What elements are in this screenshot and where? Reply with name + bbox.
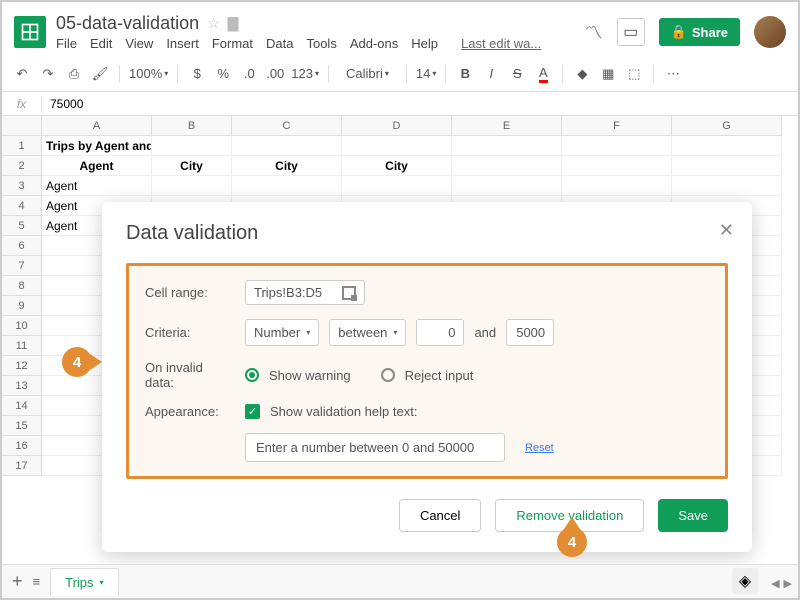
font-size-dropdown[interactable]: 14 ▾ (416, 66, 436, 81)
show-warning-radio[interactable] (245, 368, 259, 382)
chart-icon[interactable]: 〽 (585, 19, 603, 45)
explore-button[interactable]: ◈ (732, 568, 758, 594)
star-icon[interactable]: ☆ (207, 15, 220, 32)
close-icon[interactable]: ✕ (719, 220, 734, 241)
help-text-label[interactable]: Show validation help text: (270, 404, 417, 419)
data-validation-dialog: Data validation ✕ Cell range: Trips!B3:D… (102, 202, 752, 552)
help-text-checkbox[interactable]: ✓ (245, 404, 260, 419)
sheets-logo-icon (14, 16, 46, 48)
formula-input[interactable]: 75000 (42, 97, 83, 111)
undo-icon[interactable]: ↶ (12, 64, 32, 84)
all-sheets-button[interactable]: ≡ (33, 574, 41, 589)
criteria-type-dropdown[interactable]: Number▾ (245, 319, 319, 346)
title-bar: 05-data-validation ☆ ▇ File Edit View In… (2, 2, 798, 56)
cell-range-input[interactable]: Trips!B3:D5 (245, 280, 365, 305)
number-format-dropdown[interactable]: 123 ▾ (291, 66, 319, 81)
col-header[interactable]: E (452, 116, 562, 136)
avatar[interactable] (754, 16, 786, 48)
show-warning-label[interactable]: Show warning (269, 368, 351, 383)
menu-format[interactable]: Format (212, 36, 253, 51)
zoom-dropdown[interactable]: 100% ▾ (129, 66, 168, 81)
format-currency[interactable]: $ (187, 64, 207, 84)
strike-button[interactable]: S (507, 64, 527, 84)
select-range-icon[interactable] (342, 286, 356, 300)
dialog-title: Data validation (126, 222, 728, 245)
sheet-tab[interactable]: Trips▾ (50, 568, 118, 596)
criteria-high-input[interactable]: 5000 (506, 319, 554, 346)
increase-decimal[interactable]: .00 (265, 64, 285, 84)
decrease-decimal[interactable]: .0 (239, 64, 259, 84)
comments-button[interactable]: ▭ (617, 18, 645, 46)
menu-file[interactable]: File (56, 36, 77, 51)
lock-icon: 🔒 (671, 24, 687, 40)
menu-bar: File Edit View Insert Format Data Tools … (56, 36, 585, 51)
bold-button[interactable]: B (455, 64, 475, 84)
cancel-button[interactable]: Cancel (399, 499, 481, 532)
criteria-low-input[interactable]: 0 (416, 319, 464, 346)
callout-badge: 4 (62, 347, 92, 377)
appearance-label: Appearance: (145, 404, 235, 419)
col-header[interactable]: G (672, 116, 782, 136)
merge-button[interactable]: ⬚ (624, 64, 644, 84)
share-button[interactable]: 🔒Share (659, 18, 740, 46)
last-edit-link[interactable]: Last edit wa... (461, 36, 541, 51)
more-toolbar-icon[interactable]: ⋯ (663, 64, 683, 84)
format-percent[interactable]: % (213, 64, 233, 84)
add-sheet-button[interactable]: + (12, 571, 23, 592)
menu-addons[interactable]: Add-ons (350, 36, 398, 51)
col-header[interactable]: C (232, 116, 342, 136)
criteria-label: Criteria: (145, 325, 235, 340)
sheet-bar: + ≡ Trips▾ (2, 564, 798, 598)
paint-format-icon[interactable]: 🖌 (90, 64, 110, 84)
menu-tools[interactable]: Tools (306, 36, 336, 51)
menu-view[interactable]: View (125, 36, 153, 51)
formula-bar: fx 75000 (2, 92, 798, 116)
and-label: and (474, 325, 496, 340)
cell-range-label: Cell range: (145, 285, 235, 300)
text-color-button[interactable]: A (533, 64, 553, 84)
borders-button[interactable]: ▦ (598, 64, 618, 84)
font-dropdown[interactable]: Calibri ▾ (338, 66, 397, 81)
redo-icon[interactable]: ↷ (38, 64, 58, 84)
invalid-data-label: On invalid data: (145, 360, 235, 390)
col-header[interactable]: A (42, 116, 152, 136)
help-text-input[interactable]: Enter a number between 0 and 50000 (245, 433, 505, 462)
menu-data[interactable]: Data (266, 36, 293, 51)
menu-edit[interactable]: Edit (90, 36, 112, 51)
scroll-arrows[interactable]: ◀▶ (771, 577, 792, 590)
italic-button[interactable]: I (481, 64, 501, 84)
folder-icon[interactable]: ▇ (228, 15, 239, 32)
callout-badge: 4 (557, 527, 587, 557)
fill-color-button[interactable]: ◆ (572, 64, 592, 84)
document-title[interactable]: 05-data-validation (56, 13, 199, 34)
fx-label: fx (2, 97, 42, 111)
print-icon[interactable]: ⎙ (64, 64, 84, 84)
menu-insert[interactable]: Insert (166, 36, 199, 51)
col-header[interactable]: B (152, 116, 232, 136)
col-header[interactable]: D (342, 116, 452, 136)
col-header[interactable]: F (562, 116, 672, 136)
reject-input-label[interactable]: Reject input (405, 368, 474, 383)
save-button[interactable]: Save (658, 499, 728, 532)
reject-input-radio[interactable] (381, 368, 395, 382)
toolbar: ↶ ↷ ⎙ 🖌 100% ▾ $ % .0 .00 123 ▾ Calibri … (2, 56, 798, 92)
criteria-operator-dropdown[interactable]: between▾ (329, 319, 406, 346)
menu-help[interactable]: Help (411, 36, 438, 51)
reset-link[interactable]: Reset (525, 442, 554, 454)
